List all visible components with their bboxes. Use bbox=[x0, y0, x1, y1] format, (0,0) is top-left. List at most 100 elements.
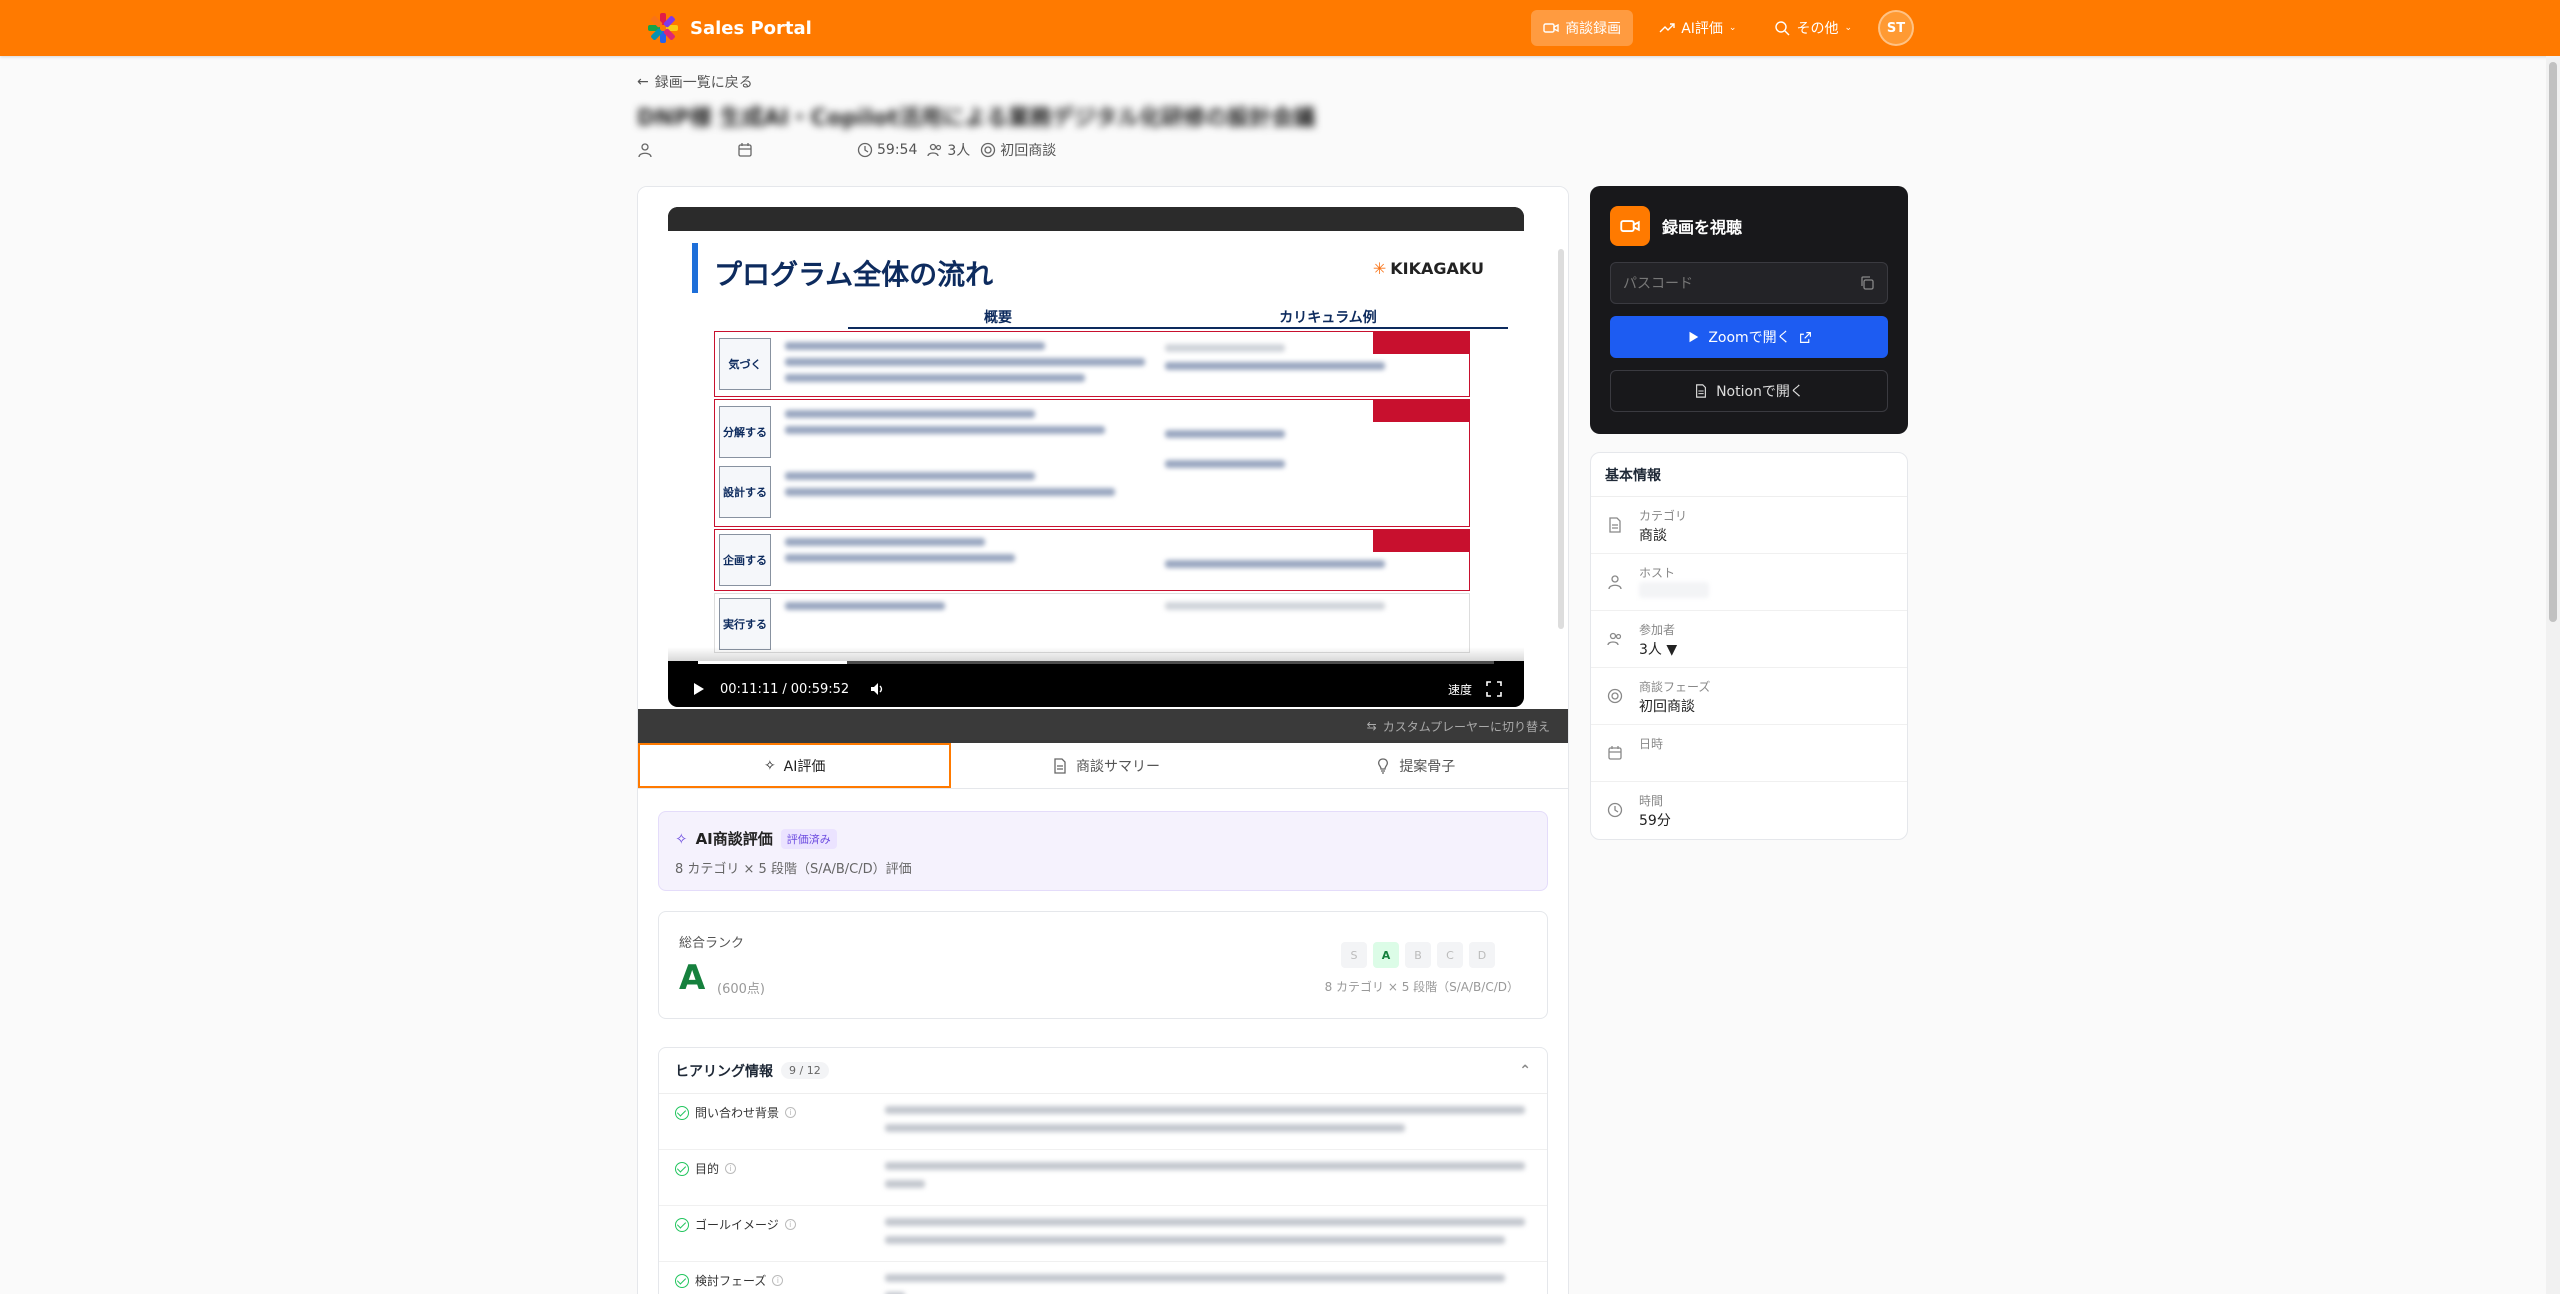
app-name: Sales Portal bbox=[690, 17, 812, 39]
participants-value: 3人 bbox=[947, 143, 971, 159]
info-label: 商談フェーズ bbox=[1639, 680, 1711, 694]
external-link-icon bbox=[1799, 331, 1811, 343]
clock-icon bbox=[1607, 802, 1623, 818]
nav-recordings[interactable]: 商談録画 bbox=[1531, 10, 1634, 46]
grade-a: A bbox=[1373, 942, 1399, 968]
player-scrollbar[interactable] bbox=[1558, 249, 1564, 629]
info-row-phase: 商談フェーズ 初回商談 bbox=[1591, 668, 1907, 725]
info-icon[interactable]: i bbox=[772, 1275, 784, 1286]
nav-ai-eval-label: AI評価 bbox=[1681, 21, 1723, 37]
tab-ai-eval[interactable]: ✧ AI評価 bbox=[638, 743, 952, 788]
hearing-label: 検討フェーズ i bbox=[675, 1272, 784, 1289]
main-content-card: プログラム全体の流れ ✳ KIKAGAKU 概要 カリキュラム例 気づく 分解す… bbox=[637, 186, 1569, 1294]
playback-progress[interactable] bbox=[698, 661, 1494, 664]
stage-tag: 分解する bbox=[719, 406, 771, 458]
back-to-list-link[interactable]: ← 録画一覧に戻る bbox=[637, 72, 753, 92]
status-badge: 評価済み bbox=[780, 828, 837, 849]
video-player[interactable]: プログラム全体の流れ ✳ KIKAGAKU 概要 カリキュラム例 気づく 分解す… bbox=[668, 207, 1524, 707]
basic-info-card: 基本情報 カテゴリ 商談 ホスト 参加者 3人 ▼ 商談フェーズ 初回商談 日時… bbox=[1590, 452, 1908, 840]
info-row-participants[interactable]: 参加者 3人 ▼ bbox=[1591, 611, 1907, 668]
info-row-date: 日時 bbox=[1591, 725, 1907, 782]
switch-player-button[interactable]: ⇆ カスタムプレーヤーに切り替え bbox=[638, 709, 1568, 743]
stage-block: 企画する bbox=[714, 529, 1470, 591]
hearing-label: 問い合わせ背景 i bbox=[675, 1104, 797, 1121]
info-label: カテゴリ bbox=[1639, 509, 1688, 523]
info-label: 日時 bbox=[1639, 737, 1664, 751]
app-logo-icon bbox=[646, 11, 680, 45]
clock-icon bbox=[857, 142, 873, 158]
grade-c: C bbox=[1437, 942, 1463, 968]
ai-eval-title: AI商談評価 bbox=[695, 830, 773, 848]
switch-label: カスタムプレーヤーに切り替え bbox=[1382, 719, 1550, 734]
player-area: プログラム全体の流れ ✳ KIKAGAKU 概要 カリキュラム例 気づく 分解す… bbox=[638, 187, 1568, 709]
ai-eval-subtitle: 8 カテゴリ × 5 段階（S/A/B/C/D）評価 bbox=[675, 862, 912, 877]
info-icon[interactable]: i bbox=[784, 1219, 796, 1230]
stage-block: 気づく bbox=[714, 331, 1470, 397]
trend-icon bbox=[1659, 23, 1675, 33]
slide-col-overview: 概要 bbox=[848, 307, 1148, 329]
check-circle-icon bbox=[675, 1217, 689, 1232]
info-label: 参加者 bbox=[1639, 623, 1676, 637]
brand[interactable]: Sales Portal bbox=[646, 10, 812, 46]
passcode-placeholder: パスコード bbox=[1623, 276, 1693, 292]
nav-ai-eval[interactable]: AI評価 ⌄ bbox=[1647, 10, 1748, 46]
tab-ai-eval-label: AI評価 bbox=[783, 758, 826, 775]
hearing-label: ゴールイメージ i bbox=[675, 1216, 796, 1233]
hearing-header[interactable]: ヒアリング情報 9 / 12 ⌃ bbox=[659, 1048, 1547, 1094]
nav-others-label: その他 bbox=[1796, 21, 1839, 37]
hearing-row: ゴールイメージ i bbox=[659, 1206, 1547, 1262]
check-circle-icon bbox=[675, 1273, 689, 1288]
stage-marker bbox=[1373, 332, 1469, 354]
copy-icon[interactable] bbox=[1859, 275, 1875, 291]
info-icon[interactable]: i bbox=[725, 1163, 737, 1174]
hearing-title: ヒアリング情報 bbox=[675, 1063, 773, 1080]
meta-participants: 3人 bbox=[927, 140, 970, 160]
speed-button[interactable]: 速度 bbox=[1448, 681, 1472, 698]
user-avatar[interactable]: ST bbox=[1878, 10, 1914, 46]
hearing-item-name: ゴールイメージ bbox=[695, 1218, 779, 1232]
hearing-row: 問い合わせ背景 i bbox=[659, 1094, 1547, 1150]
kikagaku-logo-icon: ✳ bbox=[1372, 259, 1387, 278]
nav-others[interactable]: その他 ⌄ bbox=[1762, 10, 1864, 46]
scrollbar-thumb[interactable] bbox=[2549, 62, 2557, 622]
shared-slide: プログラム全体の流れ ✳ KIKAGAKU 概要 カリキュラム例 気づく 分解す… bbox=[668, 231, 1524, 661]
rank-label: 総合ランク bbox=[679, 936, 745, 951]
page-scrollbar[interactable] bbox=[2546, 56, 2560, 1294]
fullscreen-icon[interactable] bbox=[1486, 681, 1502, 697]
grade-note: 8 カテゴリ × 5 段階（S/A/B/C/D） bbox=[1324, 980, 1519, 994]
hearing-row: 目的 i bbox=[659, 1150, 1547, 1206]
slide-brand-text: KIKAGAKU bbox=[1390, 259, 1484, 278]
ai-eval-title-row: ✧ AI商談評価 評価済み bbox=[675, 828, 837, 849]
sparkle-icon: ✧ bbox=[675, 829, 688, 848]
arrow-left-icon: ← bbox=[637, 74, 649, 90]
hearing-item-name: 検討フェーズ bbox=[695, 1274, 767, 1288]
volume-icon[interactable] bbox=[869, 681, 885, 697]
meta-duration: 59:54 bbox=[857, 142, 917, 158]
info-icon[interactable]: i bbox=[785, 1107, 797, 1118]
meta-host bbox=[637, 142, 727, 158]
hearing-item-name: 目的 bbox=[695, 1162, 720, 1176]
passcode-field[interactable]: パスコード bbox=[1610, 262, 1888, 304]
stage-block: 実行する bbox=[714, 593, 1470, 653]
info-label: ホスト bbox=[1639, 566, 1676, 580]
zoom-label: Zoomで開く bbox=[1708, 330, 1791, 346]
tab-summary[interactable]: 商談サマリー bbox=[951, 743, 1260, 788]
user-icon bbox=[638, 143, 652, 158]
progress-fill bbox=[698, 661, 847, 664]
slide-brand: ✳ KIKAGAKU bbox=[1373, 259, 1484, 278]
chevron-up-icon[interactable]: ⌃ bbox=[1519, 1063, 1531, 1079]
back-label: 録画一覧に戻る bbox=[654, 75, 753, 91]
play-icon[interactable] bbox=[690, 681, 706, 697]
tab-proposal[interactable]: 提案骨子 bbox=[1261, 743, 1568, 788]
stage-tag: 気づく bbox=[719, 338, 771, 390]
hearing-count: 9 / 12 bbox=[781, 1062, 829, 1079]
page-title: DNP様 生成AI・Copilot活用による業務デジタル化研修の設計会議 bbox=[637, 106, 1316, 131]
open-in-zoom-button[interactable]: Zoomで開く bbox=[1610, 316, 1888, 358]
open-in-notion-button[interactable]: Notionで開く bbox=[1610, 370, 1888, 412]
meta-phase: 初回商談 bbox=[980, 140, 1056, 160]
phase-value: 初回商談 bbox=[1000, 143, 1057, 159]
screen-share-menubar bbox=[668, 207, 1524, 231]
slide-title: プログラム全体の流れ bbox=[714, 258, 994, 291]
slide-col-curriculum: カリキュラム例 bbox=[1148, 307, 1508, 329]
hearing-label: 目的 i bbox=[675, 1160, 737, 1177]
